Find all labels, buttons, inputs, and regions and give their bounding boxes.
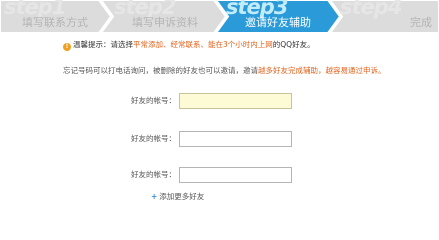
description-line: 忘记号码可以打电话询问，被删除的好友也可以邀请，邀请越多好友完成辅助，越容易通过…	[63, 66, 386, 76]
friend-account-label-3: 好友的帐号：	[131, 170, 176, 179]
warning-icon: !	[63, 43, 71, 51]
step-3-title: 邀请好友辅助	[245, 16, 311, 29]
tip-suffix: 的QQ好友。	[272, 40, 315, 49]
plus-icon: +	[151, 192, 158, 201]
tip-prefix: 温馨提示：请选择	[73, 40, 133, 49]
description-highlight: 越多好友完成辅助，越容易通过申诉。	[258, 66, 386, 75]
tip-line: ! 温馨提示：请选择平常添加、经常联系、能在3个小时内上网的QQ好友。	[63, 40, 315, 51]
friend-account-input-3[interactable]	[179, 167, 292, 183]
add-more-friends-link[interactable]: + 添加更多好友	[151, 192, 204, 202]
friend-account-input-1[interactable]	[179, 93, 292, 109]
tip-highlight: 平常添加、经常联系、能在3个小时内上网	[133, 40, 273, 49]
step-4-title: 完成	[410, 16, 432, 29]
description-text: 忘记号码可以打电话询问，被删除的好友也可以邀请，邀请	[63, 66, 258, 75]
friend-account-input-2[interactable]	[179, 131, 292, 147]
step-progress-bar: step1 填写联系方式 step2 填写申诉资料 step3 邀请好友辅助 s…	[0, 0, 439, 33]
friend-account-label-2: 好友的帐号：	[131, 134, 176, 143]
step-1-title: 填写联系方式	[22, 16, 88, 29]
add-more-friends-label: 添加更多好友	[159, 192, 205, 201]
step-4-number: step4	[340, 0, 402, 19]
step-2-title: 填写申诉资料	[132, 16, 198, 29]
friend-account-label-1: 好友的帐号：	[131, 96, 176, 105]
